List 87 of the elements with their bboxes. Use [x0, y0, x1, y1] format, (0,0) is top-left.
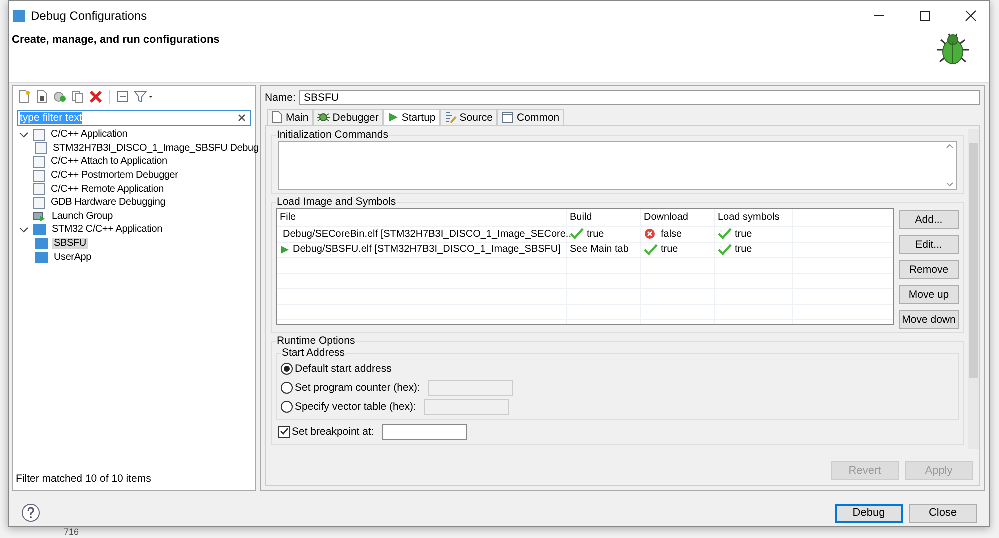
tab[interactable]: Common [497, 109, 564, 125]
tree-item[interactable]: STM32H7B3I_DISCO_1_Image_SBSFU Debug [51, 142, 261, 154]
help-icon[interactable] [21, 503, 41, 523]
table-cell: false [661, 228, 682, 240]
tree-item[interactable]: GDB Hardware Debugging [49, 197, 168, 208]
column-header: Load symbols [715, 209, 793, 226]
maximize-icon[interactable] [919, 10, 931, 22]
ide-icon [33, 224, 46, 236]
source-icon [444, 111, 457, 124]
table-cell: true [735, 228, 752, 240]
ide-icon [35, 252, 48, 263]
tree-item[interactable]: C/C++ Application [49, 129, 130, 140]
side-button[interactable]: Move up [899, 285, 959, 304]
new-file-icon[interactable] [17, 90, 31, 104]
table-cell: See Main tab [570, 244, 629, 256]
page-icon [271, 111, 283, 124]
name-field[interactable]: SBSFU [298, 90, 980, 105]
c-file-icon [33, 128, 45, 141]
table-cell: true [735, 244, 752, 256]
column-header: Build [567, 209, 641, 226]
tree-item[interactable]: C/C++ Postmortem Debugger [49, 170, 180, 182]
option-label: Default start address [295, 362, 392, 374]
play-icon [280, 244, 290, 255]
column-header: Download [641, 209, 715, 226]
play-icon [386, 111, 399, 124]
option-label: Specify vector table (hex): [295, 400, 416, 412]
launch-group-icon [33, 210, 46, 223]
name-label: Name: [265, 92, 296, 104]
group-title: Start Address [281, 347, 346, 359]
dialog-button[interactable]: Debug [835, 504, 903, 522]
tree-item[interactable]: UserApp [52, 252, 94, 263]
address-field[interactable] [424, 398, 510, 414]
clear-icon[interactable] [238, 114, 246, 122]
table-cell: true [661, 244, 678, 256]
delete-icon[interactable] [89, 90, 103, 104]
window-icon [501, 111, 514, 124]
radio-button[interactable] [281, 400, 293, 412]
dialog-heading: Create, manage, and run configurations [12, 34, 220, 46]
dialog-button[interactable]: Close [909, 504, 977, 522]
side-button[interactable]: Move down [899, 310, 959, 329]
app-icon [13, 10, 25, 22]
filter-status: Filter matched 10 of 10 items [15, 473, 152, 487]
scrollbar[interactable] [968, 129, 979, 449]
filter-icon[interactable] [134, 90, 154, 104]
expanded-chevron-icon[interactable] [19, 130, 29, 140]
option-label: Set program counter (hex): [295, 382, 420, 394]
tree-item[interactable]: C/C++ Attach to Application [49, 156, 170, 168]
table-cell: true [587, 228, 604, 240]
duplicate-icon[interactable] [71, 90, 85, 104]
radio-button[interactable] [281, 362, 293, 374]
tab[interactable]: Main [267, 109, 313, 125]
side-button[interactable]: Remove [899, 260, 959, 279]
option-label: Set breakpoint at: [292, 426, 374, 438]
address-field[interactable] [428, 380, 514, 396]
c-file-icon [33, 196, 45, 209]
tree-item[interactable]: C/C++ Remote Application [49, 184, 166, 195]
radio-button[interactable] [281, 382, 293, 394]
tab[interactable]: Source [440, 109, 498, 125]
close-icon[interactable] [965, 10, 977, 22]
c-file-icon [33, 170, 45, 182]
table-cell: Debug/SECoreBin.elf [STM32H7B3I_DISCO_1_Image_SECore... [283, 228, 574, 240]
checkbox[interactable] [278, 426, 290, 438]
tree-item[interactable]: STM32 C/C++ Application [50, 224, 164, 236]
scroll-up-icon[interactable] [946, 144, 954, 149]
tree-item[interactable]: SBSFU [52, 238, 88, 250]
group-title: Initialization Commands [276, 129, 390, 141]
c-file-icon [33, 156, 45, 168]
window-title: Debug Configurations [31, 9, 148, 23]
c-file-icon [35, 142, 47, 154]
scroll-down-icon[interactable] [946, 182, 954, 187]
bug-icon [316, 111, 330, 124]
line-number: 716 [64, 527, 80, 537]
side-button[interactable]: Add... [899, 210, 959, 229]
column-header: File [277, 209, 567, 226]
side-button[interactable]: Edit... [899, 235, 959, 254]
expanded-chevron-icon[interactable] [19, 224, 29, 235]
ide-icon [35, 238, 48, 250]
tab[interactable]: Debugger [312, 109, 383, 125]
filter-text: type filter text [20, 112, 82, 124]
breakpoint-field[interactable] [382, 424, 468, 440]
collapse-all-icon[interactable] [116, 90, 130, 104]
tab[interactable]: Startup [382, 109, 440, 125]
c-file-icon [33, 183, 45, 196]
tree-item[interactable]: Launch Group [50, 210, 115, 222]
group-title: Load Image and Symbols [276, 196, 398, 208]
group-title: Runtime Options [276, 335, 356, 347]
table-cell: Debug/SBSFU.elf [STM32H7B3I_DISCO_1_Image_SBSFU] [293, 244, 561, 256]
